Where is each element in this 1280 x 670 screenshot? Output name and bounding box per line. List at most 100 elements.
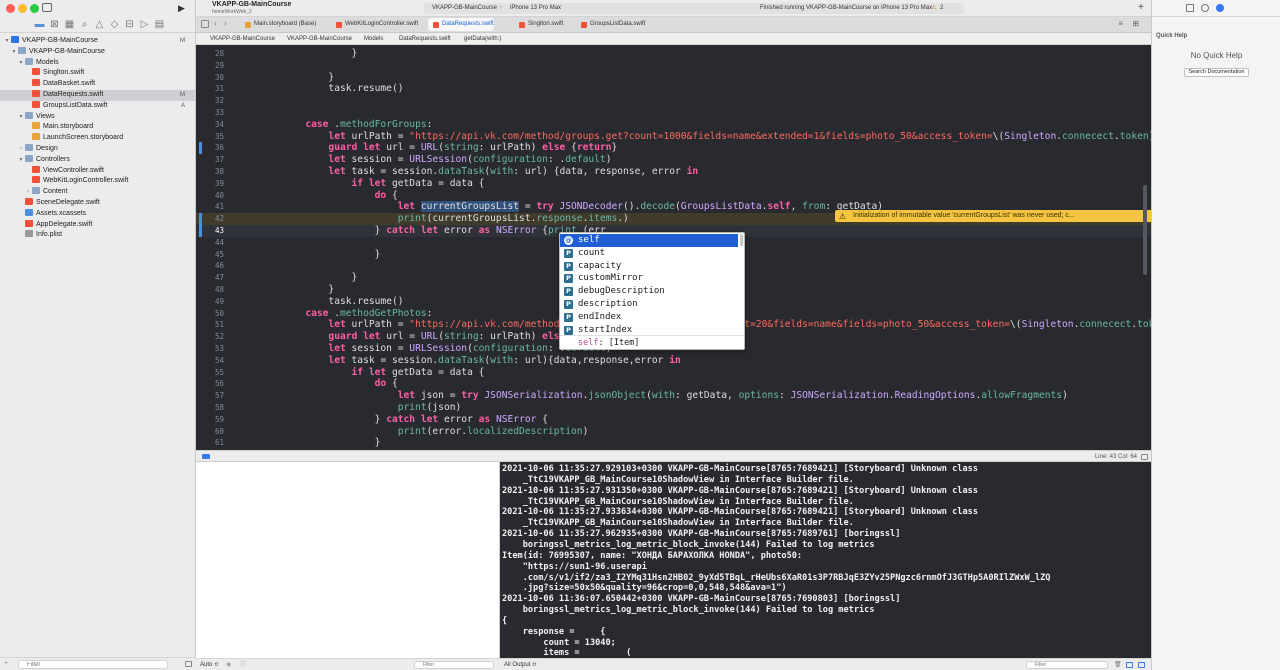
line-number[interactable]: 55 xyxy=(196,368,224,377)
split-editor-icon[interactable]: ⊞ xyxy=(1132,19,1139,28)
code-line[interactable]: case .methodForGroups: xyxy=(236,119,432,131)
breadcrumb-item[interactable]: VKAPP-GB-MainCourse xyxy=(287,33,352,45)
completion-item[interactable]: Pcapacity xyxy=(560,260,738,273)
disclosure-open-icon[interactable]: ▾ xyxy=(10,47,18,58)
file-tree-item[interactable]: GroupsListData.swift A xyxy=(0,100,195,112)
source-change-indicator[interactable] xyxy=(199,225,202,237)
code-line[interactable]: case .methodGetPhotos: xyxy=(236,308,432,320)
code-line[interactable]: print(currentGroupsList.response.items.) xyxy=(236,213,629,225)
line-number[interactable]: 59 xyxy=(196,415,224,424)
line-number[interactable]: 31 xyxy=(196,84,224,93)
line-number[interactable]: 51 xyxy=(196,320,224,329)
code-editor[interactable]: 28 29 30 31 32 33 34 35 36 37 38 39 40 41 42 43 44 45 46 47… xyxy=(196,45,1151,450)
line-number[interactable]: 60 xyxy=(196,427,224,436)
warning-icon[interactable]: ⚠ xyxy=(931,3,936,14)
quick-help-icon[interactable] xyxy=(1216,4,1224,12)
line-number[interactable]: 33 xyxy=(196,108,224,117)
breadcrumb-item[interactable]: getData(with:) xyxy=(464,33,501,45)
line-number[interactable]: 54 xyxy=(196,356,224,365)
code-line[interactable]: let session = URLSession(configuration: … xyxy=(236,154,611,166)
forward-icon[interactable]: › xyxy=(224,18,227,28)
file-tree-item[interactable]: ▾ VKAPP-GB-MainCourse xyxy=(0,46,195,58)
code-line[interactable]: if let getData = data { xyxy=(236,367,485,379)
editor-tab[interactable]: Main.storyboard (Base) xyxy=(240,18,316,31)
line-number[interactable]: 39 xyxy=(196,179,224,188)
file-tree-item[interactable]: › Content xyxy=(0,187,195,198)
code-line[interactable]: task.resume() xyxy=(236,296,403,308)
symbol-navigator-icon[interactable]: ▦ xyxy=(64,19,75,30)
layout-toggle-icon[interactable] xyxy=(1141,454,1148,460)
test-navigator-icon[interactable]: ◇ xyxy=(109,19,120,30)
breadcrumb-item[interactable]: DataRequests.swift xyxy=(399,33,451,45)
code-line[interactable]: } xyxy=(236,272,358,284)
folder-navigator-icon[interactable]: ▬ xyxy=(34,19,45,30)
disclosure-open-icon[interactable]: ▾ xyxy=(3,36,11,47)
line-number[interactable]: 29 xyxy=(196,61,224,70)
source-change-indicator[interactable] xyxy=(199,213,202,225)
editor-tab[interactable]: WebKitLoginController.swift xyxy=(331,18,418,31)
line-number[interactable]: 53 xyxy=(196,344,224,353)
line-number[interactable]: 52 xyxy=(196,332,224,341)
line-number[interactable]: 37 xyxy=(196,155,224,164)
minimize-window-button[interactable] xyxy=(18,4,27,13)
search-documentation-button[interactable]: Search Documentation xyxy=(1184,68,1249,77)
file-tree-item[interactable]: AppDelegate.swift xyxy=(0,219,195,231)
line-number[interactable]: 41 xyxy=(196,202,224,211)
hide-debug-area-icon[interactable] xyxy=(202,454,210,459)
code-line[interactable]: let json = try JSONSerialization.jsonObj… xyxy=(236,390,1068,402)
report-navigator-icon[interactable]: ▤ xyxy=(154,19,165,30)
disclosure-open-icon[interactable]: ▾ xyxy=(17,112,25,123)
code-line[interactable]: print(error.localizedDescription) xyxy=(236,426,589,438)
line-number[interactable]: 34 xyxy=(196,120,224,129)
recent-files-filter-icon[interactable] xyxy=(185,661,192,667)
zoom-window-button[interactable] xyxy=(30,4,39,13)
file-tree-item[interactable]: Singlton.swift xyxy=(0,68,195,79)
trash-icon[interactable]: 🗑 xyxy=(1114,659,1122,670)
code-line[interactable]: let task = session.dataTask(with: url){d… xyxy=(236,355,680,367)
code-line[interactable]: print(json) xyxy=(236,402,462,414)
file-tree-item[interactable]: Main.storyboard xyxy=(0,122,195,133)
scheme-target[interactable]: VKAPP-GB-MainCourse xyxy=(432,3,497,14)
add-file-icon[interactable]: + xyxy=(4,660,8,667)
completion-item[interactable]: PcustomMirror xyxy=(560,272,738,285)
line-number[interactable]: 46 xyxy=(196,261,224,270)
file-tree-item[interactable]: Assets.xcassets xyxy=(0,208,195,220)
console-output-selector[interactable]: All Output ≎ xyxy=(504,659,537,670)
source-change-indicator[interactable] xyxy=(199,142,202,155)
code-line[interactable]: do { xyxy=(236,378,398,390)
line-number[interactable]: 30 xyxy=(196,73,224,82)
code-line[interactable]: guard let url = URL(string: urlPath) els… xyxy=(236,142,617,154)
warning-annotation[interactable]: ⚠ Initialization of immutable value 'cur… xyxy=(835,210,1151,222)
line-number[interactable]: 57 xyxy=(196,391,224,400)
line-number[interactable]: 38 xyxy=(196,167,224,176)
console-filter-input[interactable] xyxy=(1026,661,1108,669)
breadcrumb-item[interactable]: VKAPP-GB-MainCourse xyxy=(210,33,275,45)
code-line[interactable]: } xyxy=(236,249,381,261)
completion-item[interactable]: PendIndex xyxy=(560,311,738,324)
completion-item[interactable]: PdebugDescription xyxy=(560,285,738,298)
code-line[interactable]: let task = session.dataTask(with: url) {… xyxy=(236,166,698,178)
navigator-filter-input[interactable] xyxy=(18,660,168,669)
code-line[interactable]: guard let url = URL(string: urlPath) els… xyxy=(236,331,605,343)
line-number[interactable]: 48 xyxy=(196,285,224,294)
code-line[interactable]: } xyxy=(236,437,381,449)
variables-scope-selector[interactable]: Auto ≎ xyxy=(200,659,219,670)
editor-tab[interactable]: DataRequests.swift xyxy=(428,18,494,31)
split-view-right-icon[interactable] xyxy=(1138,662,1145,668)
disclosure-open-icon[interactable]: ▾ xyxy=(17,155,25,166)
line-number[interactable]: 40 xyxy=(196,191,224,200)
completion-item[interactable]: @ self xyxy=(560,234,738,247)
code-line[interactable]: let currentGroupsList = try JSONDecoder(… xyxy=(236,201,883,213)
line-number[interactable]: 56 xyxy=(196,379,224,388)
code-line[interactable]: } catch let error as NSError { xyxy=(236,414,548,426)
file-tree-item[interactable]: ▾ Models xyxy=(0,57,195,69)
code-line[interactable]: } xyxy=(236,284,334,296)
editor-scrollbar[interactable] xyxy=(1143,185,1147,275)
disclosure-closed-icon[interactable]: › xyxy=(24,187,32,198)
completion-item[interactable]: Pdescription xyxy=(560,298,738,311)
run-icon[interactable]: ▶ xyxy=(178,3,185,14)
file-tree-item[interactable]: Info.plist xyxy=(0,230,195,241)
file-tree-item[interactable]: ▾ Controllers xyxy=(0,154,195,166)
line-number[interactable]: 61 xyxy=(196,438,224,447)
close-window-button[interactable] xyxy=(6,4,15,13)
